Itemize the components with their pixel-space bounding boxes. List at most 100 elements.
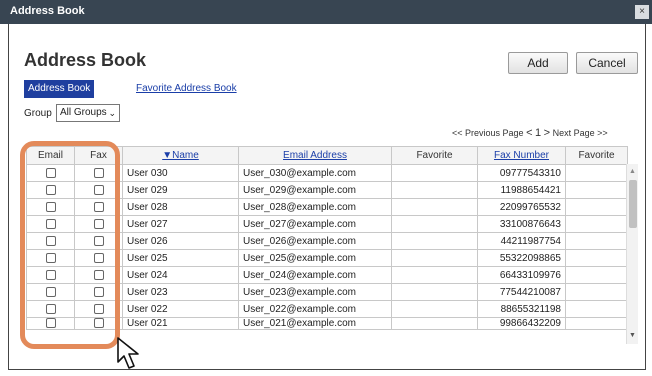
favorite-fax-cell — [565, 317, 628, 330]
email-checkbox[interactable] — [45, 167, 56, 178]
table-row: User 030 User_030@example.com 0977754331… — [26, 164, 628, 182]
email-checkbox[interactable] — [45, 218, 56, 229]
header-favorite-email: Favorite — [391, 146, 478, 165]
scroll-down-icon[interactable]: ▼ — [629, 332, 636, 339]
fax-checkbox-cell[interactable] — [74, 232, 123, 250]
header-email-address[interactable]: Email Address — [238, 146, 392, 165]
email-checkbox-cell[interactable] — [26, 317, 75, 330]
email-cell: User_026@example.com — [238, 232, 392, 250]
table-header-row: Email Fax ▼Name Email Address Favorite F… — [26, 146, 628, 165]
add-button[interactable]: Add — [508, 52, 568, 74]
name-cell: User 026 — [122, 232, 239, 250]
name-cell: User 023 — [122, 283, 239, 301]
fax-checkbox[interactable] — [93, 167, 104, 178]
fax-checkbox-cell[interactable] — [74, 181, 123, 199]
fax-checkbox[interactable] — [93, 318, 104, 329]
email-checkbox-cell[interactable] — [26, 198, 75, 216]
name-cell: User 021 — [122, 317, 239, 330]
email-cell: User_027@example.com — [238, 215, 392, 233]
group-select-value: All Groups — [60, 107, 107, 118]
tab-favorite-address-book[interactable]: Favorite Address Book — [136, 83, 237, 94]
fax-cell: 77544210087 — [477, 283, 566, 301]
fax-cell: 22099765532 — [477, 198, 566, 216]
fax-checkbox[interactable] — [93, 235, 104, 246]
fax-checkbox-cell[interactable] — [74, 283, 123, 301]
email-checkbox[interactable] — [45, 286, 56, 297]
email-cell: User_028@example.com — [238, 198, 392, 216]
group-select[interactable]: All Groups ⌄ — [56, 104, 120, 122]
scrollbar-thumb[interactable] — [629, 180, 637, 228]
header-fax: Fax — [74, 146, 123, 165]
favorite-fax-cell — [565, 283, 628, 301]
next-page-link[interactable]: Next Page >> — [553, 128, 608, 138]
fax-checkbox[interactable] — [93, 252, 104, 263]
email-cell: User_023@example.com — [238, 283, 392, 301]
email-checkbox[interactable] — [45, 318, 56, 329]
pagination: << Previous Page < 1 > Next Page >> — [452, 127, 608, 139]
fax-cell: 99866432209 — [477, 317, 566, 330]
close-icon[interactable]: × — [635, 5, 649, 19]
fax-checkbox[interactable] — [93, 269, 104, 280]
mouse-pointer-icon — [117, 337, 139, 369]
favorite-fax-cell — [565, 300, 628, 318]
fax-cell: 88655321198 — [477, 300, 566, 318]
favorite-fax-cell — [565, 181, 628, 199]
favorite-email-cell — [391, 215, 478, 233]
email-checkbox-cell[interactable] — [26, 283, 75, 301]
fax-checkbox-cell[interactable] — [74, 317, 123, 330]
email-checkbox[interactable] — [45, 303, 56, 314]
header-name[interactable]: ▼Name — [122, 146, 239, 165]
fax-checkbox-cell[interactable] — [74, 249, 123, 267]
fax-checkbox[interactable] — [93, 303, 104, 314]
favorite-email-cell — [391, 198, 478, 216]
email-checkbox[interactable] — [45, 184, 56, 195]
fax-checkbox-cell[interactable] — [74, 266, 123, 284]
email-checkbox[interactable] — [45, 235, 56, 246]
email-checkbox-cell[interactable] — [26, 232, 75, 250]
email-checkbox-cell[interactable] — [26, 300, 75, 318]
name-cell: User 027 — [122, 215, 239, 233]
favorite-fax-cell — [565, 164, 628, 182]
email-checkbox-cell[interactable] — [26, 181, 75, 199]
email-checkbox-cell[interactable] — [26, 266, 75, 284]
favorite-fax-cell — [565, 198, 628, 216]
cancel-button[interactable]: Cancel — [576, 52, 638, 74]
fax-checkbox-cell[interactable] — [74, 215, 123, 233]
fax-cell: 55322098865 — [477, 249, 566, 267]
favorite-fax-cell — [565, 232, 628, 250]
fax-checkbox[interactable] — [93, 218, 104, 229]
prev-arrow[interactable]: < — [526, 127, 532, 139]
table-row: User 021 User_021@example.com 9986643220… — [26, 317, 628, 330]
fax-checkbox[interactable] — [93, 184, 104, 195]
email-cell: User_029@example.com — [238, 181, 392, 199]
favorite-fax-cell — [565, 266, 628, 284]
header-fax-number-link[interactable]: Fax Number — [494, 150, 549, 161]
name-cell: User 022 — [122, 300, 239, 318]
group-label: Group — [24, 108, 52, 119]
current-page: 1 — [535, 127, 542, 139]
previous-page-link[interactable]: << Previous Page — [452, 128, 524, 138]
scroll-up-icon[interactable]: ▲ — [629, 168, 636, 175]
fax-checkbox-cell[interactable] — [74, 198, 123, 216]
fax-checkbox[interactable] — [93, 201, 104, 212]
fax-checkbox-cell[interactable] — [74, 300, 123, 318]
email-checkbox[interactable] — [45, 201, 56, 212]
tab-address-book[interactable]: Address Book — [24, 80, 95, 98]
fax-checkbox[interactable] — [93, 286, 104, 297]
next-arrow[interactable]: > — [544, 127, 550, 139]
header-name-link[interactable]: ▼Name — [162, 150, 199, 161]
window-titlebar: Address Book × — [0, 0, 652, 24]
email-checkbox-cell[interactable] — [26, 164, 75, 182]
header-email-address-link[interactable]: Email Address — [283, 150, 347, 161]
email-checkbox-cell[interactable] — [26, 249, 75, 267]
table-row: User 024 User_024@example.com 6643310997… — [26, 266, 628, 284]
email-checkbox[interactable] — [45, 252, 56, 263]
table-scrollbar[interactable]: ▲ ▼ — [626, 164, 638, 344]
favorite-fax-cell — [565, 215, 628, 233]
header-fax-number[interactable]: Fax Number — [477, 146, 566, 165]
email-checkbox-cell[interactable] — [26, 215, 75, 233]
email-checkbox[interactable] — [45, 269, 56, 280]
name-cell: User 024 — [122, 266, 239, 284]
table-row: User 022 User_022@example.com 8865532119… — [26, 300, 628, 318]
fax-checkbox-cell[interactable] — [74, 164, 123, 182]
